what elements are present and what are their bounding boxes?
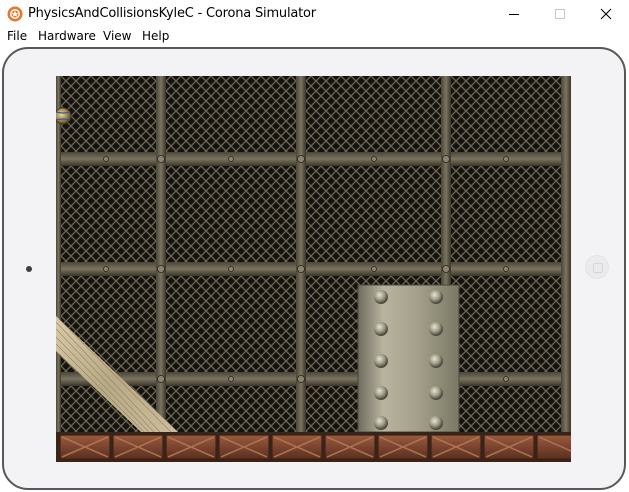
maximize-button[interactable] bbox=[537, 0, 583, 28]
menu-file[interactable]: File bbox=[7, 29, 27, 43]
close-icon bbox=[600, 8, 612, 20]
close-button[interactable] bbox=[583, 0, 629, 28]
minimize-button[interactable] bbox=[491, 0, 537, 28]
maximize-icon bbox=[555, 9, 565, 19]
menu-bar: File Hardware View Help bbox=[0, 28, 629, 46]
game-screen[interactable] bbox=[56, 76, 571, 462]
camera-icon bbox=[26, 266, 32, 272]
beam-vertical bbox=[561, 76, 571, 462]
beam-horizontal bbox=[56, 372, 571, 386]
game-scene bbox=[56, 76, 571, 462]
minimize-icon bbox=[509, 14, 519, 15]
menu-help[interactable]: Help bbox=[142, 29, 169, 43]
menu-view[interactable]: View bbox=[103, 29, 131, 43]
beam-horizontal bbox=[56, 262, 571, 276]
home-button[interactable] bbox=[585, 255, 609, 279]
beam-horizontal bbox=[56, 152, 571, 166]
ball bbox=[56, 107, 72, 125]
window-title: PhysicsAndCollisionsKyleC - Corona Simul… bbox=[28, 6, 316, 21]
corona-icon bbox=[7, 6, 23, 22]
riveted-metal-block bbox=[357, 284, 460, 433]
title-bar[interactable]: PhysicsAndCollisionsKyleC - Corona Simul… bbox=[0, 0, 629, 28]
beam-vertical bbox=[56, 76, 61, 462]
menu-hardware[interactable]: Hardware bbox=[38, 29, 96, 43]
crate-floor bbox=[56, 432, 571, 462]
